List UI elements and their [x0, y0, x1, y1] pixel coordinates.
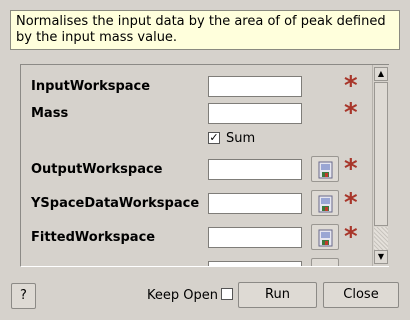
- mass-row: Mass *: [21, 98, 371, 128]
- keep-open-label: Keep Open: [147, 288, 218, 303]
- required-star-icon: *: [344, 222, 358, 252]
- sum-checkbox[interactable]: ✓: [208, 132, 220, 144]
- scrollbar-track[interactable]: [374, 227, 388, 250]
- required-star-icon: *: [344, 98, 358, 128]
- input-workspace-field[interactable]: [208, 76, 302, 97]
- required-star-icon: *: [344, 188, 358, 218]
- fitted-workspace-browse-button[interactable]: [311, 224, 339, 250]
- sum-label: Sum: [226, 131, 256, 146]
- save-workspace-icon: [318, 229, 333, 247]
- fitted-workspace-field[interactable]: [208, 227, 302, 248]
- keep-open-checkbox[interactable]: [221, 288, 233, 300]
- save-workspace-icon: [318, 161, 333, 179]
- fitted-workspace-row: FittedWorkspace *: [21, 222, 371, 252]
- scroll-up-icon[interactable]: ▲: [374, 67, 388, 81]
- required-star-icon: *: [344, 71, 358, 101]
- properties-scroll-area: InputWorkspace * Mass * ✓ Sum OutputWork…: [21, 65, 371, 266]
- algorithm-description: Normalises the input data by the area of…: [10, 10, 400, 50]
- mass-label: Mass: [31, 106, 69, 121]
- input-workspace-row: InputWorkspace *: [21, 71, 371, 101]
- close-button[interactable]: Close: [323, 282, 399, 308]
- properties-panel: InputWorkspace * Mass * ✓ Sum OutputWork…: [20, 64, 389, 267]
- help-button[interactable]: ?: [11, 283, 36, 309]
- scrollbar-thumb[interactable]: [374, 82, 388, 226]
- fitted-workspace-label: FittedWorkspace: [31, 230, 156, 245]
- yspace-data-workspace-field[interactable]: [208, 193, 302, 214]
- output-workspace-row: OutputWorkspace *: [21, 154, 371, 184]
- run-button[interactable]: Run: [238, 282, 317, 308]
- save-workspace-icon: [318, 195, 333, 213]
- mass-field[interactable]: [208, 103, 302, 124]
- yspace-data-workspace-label: YSpaceDataWorkspace: [31, 196, 200, 211]
- clipped-browse-button[interactable]: [311, 258, 339, 266]
- yspace-data-workspace-browse-button[interactable]: [311, 190, 339, 216]
- clipped-field[interactable]: [208, 261, 302, 266]
- required-star-icon: *: [344, 154, 358, 184]
- input-workspace-label: InputWorkspace: [31, 79, 151, 94]
- output-workspace-browse-button[interactable]: [311, 156, 339, 182]
- scroll-down-icon[interactable]: ▼: [374, 250, 388, 264]
- output-workspace-label: OutputWorkspace: [31, 162, 163, 177]
- clipped-row: [21, 258, 371, 266]
- properties-scrollbar[interactable]: ▲ ▼: [372, 65, 389, 266]
- yspace-data-workspace-row: YSpaceDataWorkspace *: [21, 188, 371, 218]
- output-workspace-field[interactable]: [208, 159, 302, 180]
